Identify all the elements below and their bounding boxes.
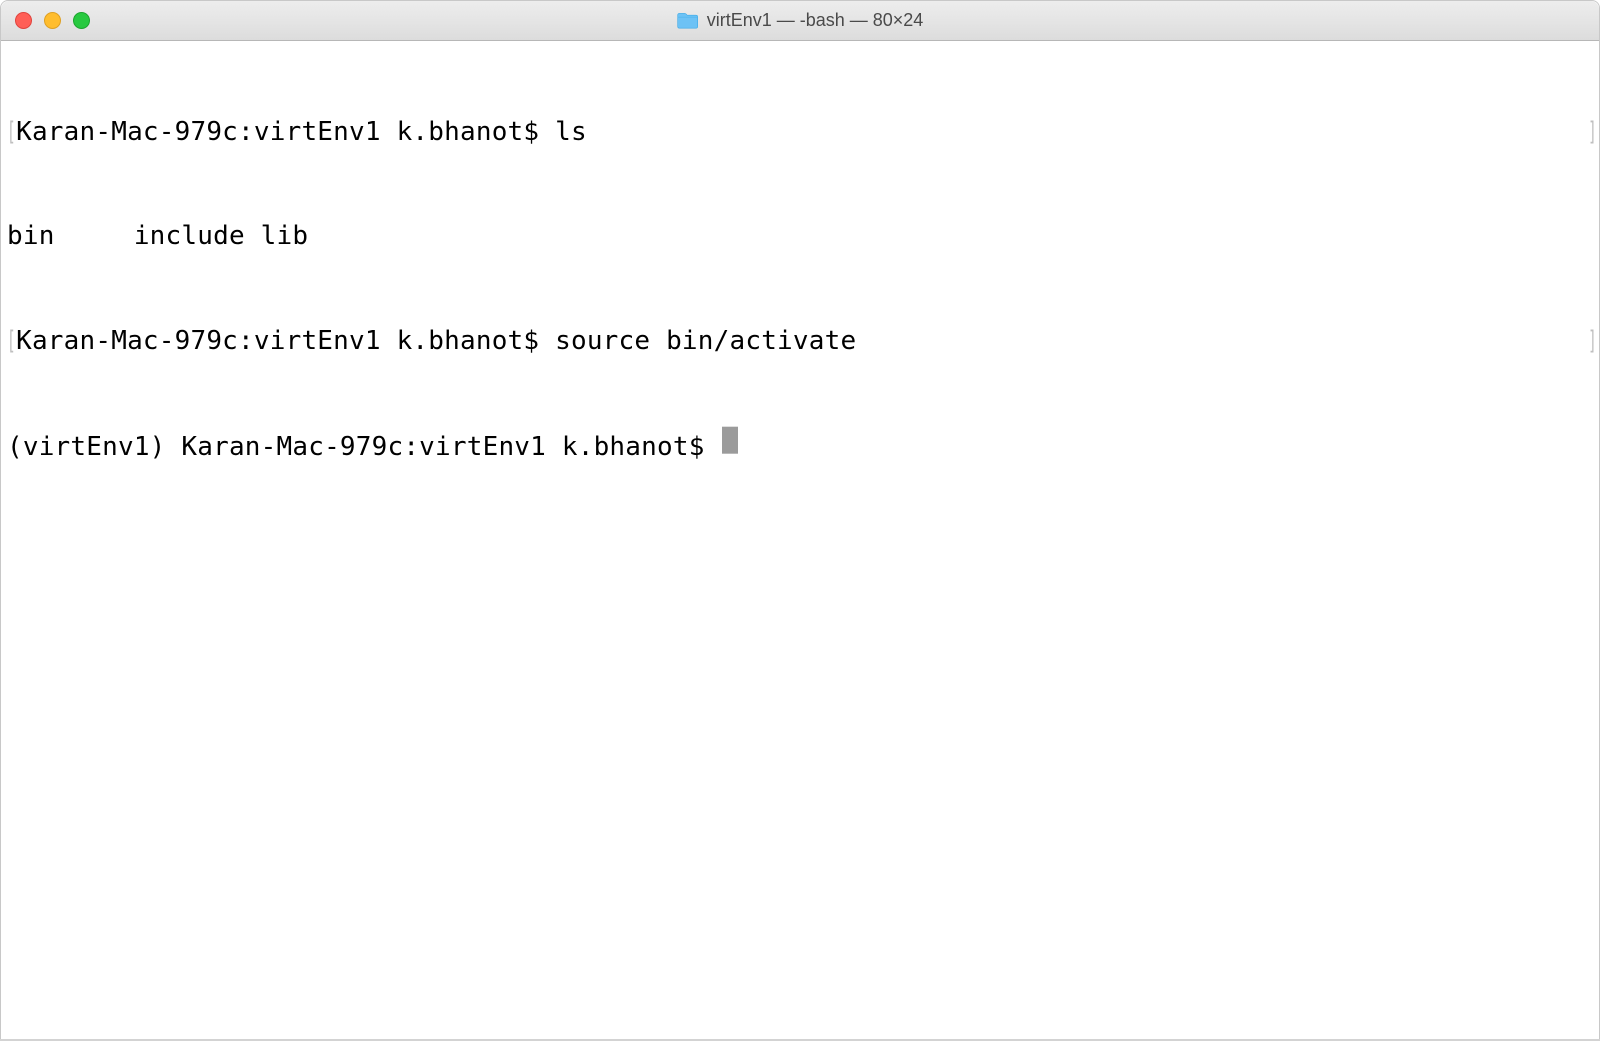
output-text: bin include lib <box>7 219 308 254</box>
zoom-button[interactable] <box>73 12 90 29</box>
minimize-button[interactable] <box>44 12 61 29</box>
prompt-text: Karan-Mac-979c:virtEnv1 k.bhanot$ <box>16 115 555 150</box>
cursor-icon <box>722 427 738 454</box>
left-bracket-icon: [ <box>7 324 12 359</box>
window-title: virtEnv1 — -bash — 80×24 <box>677 10 924 31</box>
right-bracket-icon: ] <box>1588 115 1593 150</box>
left-bracket-icon: [ <box>7 115 12 150</box>
traffic-lights <box>1 12 90 29</box>
window-title-text: virtEnv1 — -bash — 80×24 <box>707 10 924 31</box>
terminal-line: (virtEnv1) Karan-Mac-979c:virtEnv1 k.bha… <box>7 428 1593 465</box>
terminal-line: [Karan-Mac-979c:virtEnv1 k.bhanot$ sourc… <box>7 324 1593 359</box>
terminal-area[interactable]: [Karan-Mac-979c:virtEnv1 k.bhanot$ ls] b… <box>1 41 1599 1040</box>
prompt-text: (virtEnv1) Karan-Mac-979c:virtEnv1 k.bha… <box>7 430 720 465</box>
terminal-line: [Karan-Mac-979c:virtEnv1 k.bhanot$ ls] <box>7 115 1593 150</box>
terminal-line: bin include lib <box>7 219 1593 254</box>
command-text: source bin/activate <box>555 324 856 359</box>
prompt-text: Karan-Mac-979c:virtEnv1 k.bhanot$ <box>16 324 555 359</box>
close-button[interactable] <box>15 12 32 29</box>
window-titlebar: virtEnv1 — -bash — 80×24 <box>1 1 1599 41</box>
folder-icon <box>677 12 699 30</box>
right-bracket-icon: ] <box>1588 324 1593 359</box>
command-text: ls <box>555 115 587 150</box>
